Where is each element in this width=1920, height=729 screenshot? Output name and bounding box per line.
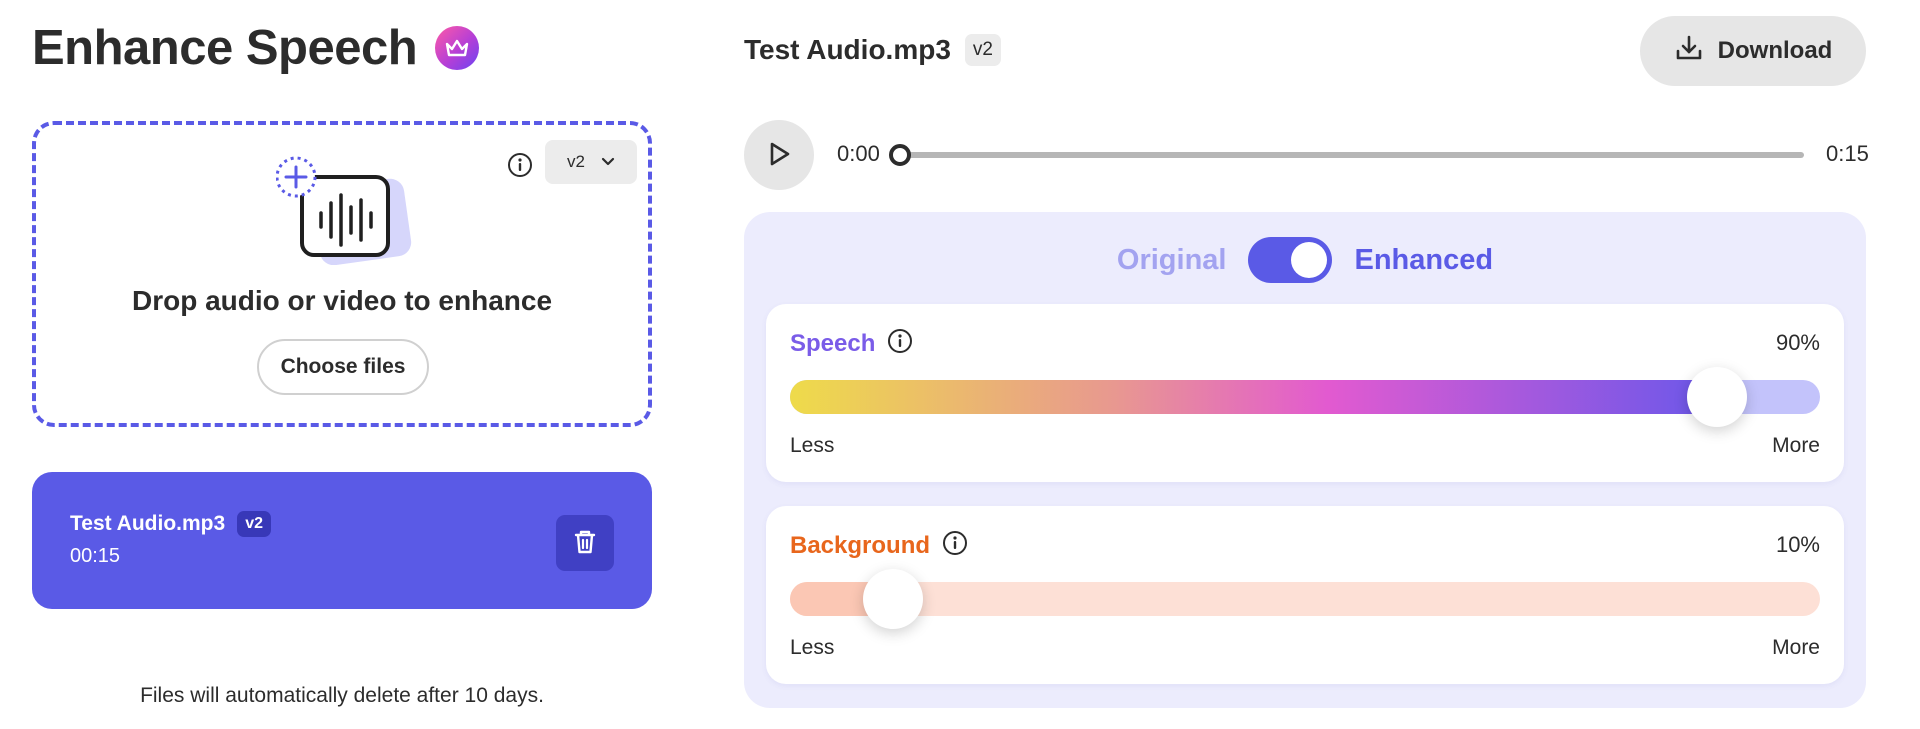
auto-delete-note: Files will automatically delete after 10… <box>140 684 544 707</box>
file-name-row: Test Audio.mp3 v2 <box>70 511 271 537</box>
original-enhanced-toggle[interactable] <box>1248 237 1333 283</box>
player-file-name: Test Audio.mp3 <box>744 34 951 65</box>
play-icon <box>764 139 794 172</box>
speech-slider-card: Speech 90% Less More <box>766 304 1844 482</box>
download-label: Download <box>1717 37 1833 64</box>
info-icon[interactable] <box>942 530 968 561</box>
background-label: Background <box>790 531 931 559</box>
chevron-down-icon <box>601 152 615 172</box>
original-label[interactable]: Original <box>1117 244 1227 277</box>
upload-dropzone[interactable]: v2 Drop audio or video to enhance Choose… <box>32 121 652 427</box>
file-name: Test Audio.mp3 <box>70 512 226 535</box>
info-icon[interactable] <box>887 328 913 359</box>
total-time: 0:15 <box>1826 141 1869 166</box>
info-icon[interactable] <box>505 150 535 180</box>
file-duration: 00:15 <box>70 545 121 567</box>
player-header: Test Audio.mp3 v2 <box>744 34 1001 66</box>
audio-upload-icon <box>275 155 416 266</box>
playback-scrubber[interactable] <box>889 144 911 166</box>
speech-value: 90% <box>1775 330 1820 355</box>
speech-max-label: More <box>1772 434 1820 457</box>
speech-min-label: Less <box>790 434 835 457</box>
current-time: 0:00 <box>837 141 880 166</box>
page-header: Enhance Speech <box>32 20 480 76</box>
speech-slider-header: Speech <box>790 328 913 359</box>
download-button[interactable]: Download <box>1640 16 1866 86</box>
background-slider-thumb[interactable] <box>863 569 923 629</box>
version-select-value: v2 <box>567 152 585 171</box>
choose-files-button[interactable]: Choose files <box>257 339 429 395</box>
speech-slider-track[interactable] <box>790 367 1820 427</box>
background-slider-header: Background <box>790 530 968 561</box>
playback-progress[interactable] <box>889 144 1804 166</box>
file-list-item[interactable]: Test Audio.mp3 v2 00:15 <box>32 472 652 609</box>
play-button[interactable] <box>744 120 814 190</box>
version-select[interactable]: v2 <box>545 140 637 184</box>
trash-icon <box>572 528 598 559</box>
speech-slider-thumb[interactable] <box>1687 367 1747 427</box>
original-enhanced-switch-row: Original Enhanced <box>744 236 1866 284</box>
dropzone-prompt: Drop audio or video to enhance <box>131 285 553 316</box>
file-version-badge: v2 <box>237 511 271 537</box>
page-title: Enhance Speech <box>32 21 418 75</box>
toggle-knob <box>1291 242 1328 278</box>
download-icon <box>1674 33 1704 70</box>
speech-label: Speech <box>790 329 876 357</box>
background-slider-card: Background 10% Less More <box>766 506 1844 684</box>
crown-icon <box>435 26 480 70</box>
enhanced-label[interactable]: Enhanced <box>1354 244 1493 277</box>
delete-file-button[interactable] <box>556 515 614 571</box>
background-value: 10% <box>1775 532 1820 557</box>
background-max-label: More <box>1772 636 1820 659</box>
player-version-badge: v2 <box>964 34 1001 66</box>
speech-slider-fill <box>790 380 1717 414</box>
background-min-label: Less <box>790 636 835 659</box>
background-slider-track[interactable] <box>790 569 1820 629</box>
enhance-settings-panel: Original Enhanced Speech 90% Less More B… <box>744 212 1866 708</box>
